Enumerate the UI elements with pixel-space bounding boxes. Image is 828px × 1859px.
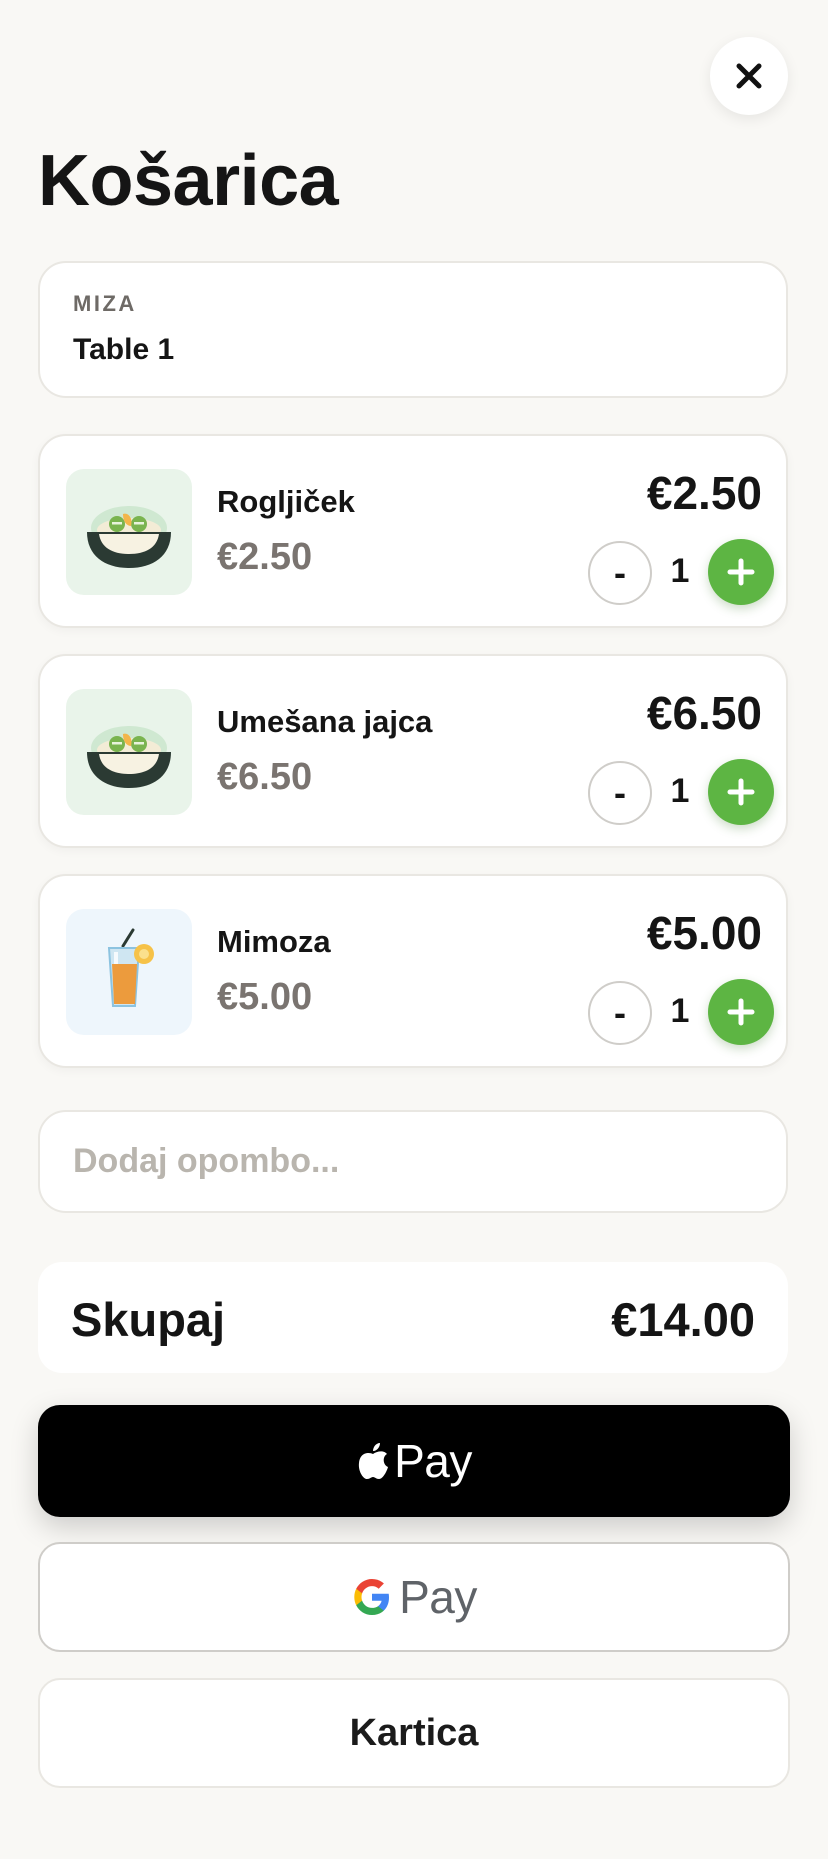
decrease-quantity-button[interactable]: - [588,761,652,825]
item-unit-price: €5.00 [217,976,313,1018]
item-unit-price: €6.50 [217,756,313,798]
item-name: Umešana jajca [217,704,433,739]
apple-pay-button[interactable]: Pay [38,1405,790,1517]
item-total-price: €6.50 [646,687,762,739]
item-total-price: €5.00 [646,907,762,959]
increase-quantity-button[interactable] [708,759,774,825]
total-summary: Skupaj €14.00 [38,1262,788,1373]
table-value: Table 1 [73,333,175,366]
salad-bowl-icon [87,726,171,788]
item-thumbnail [66,469,192,595]
page-title: Košarica [38,141,339,221]
decrease-quantity-button[interactable]: - [588,981,652,1045]
cart-item: Rogljiček €2.50 €2.50 - 1 [38,434,788,628]
cart-item: Umešana jajca €6.50 €6.50 - 1 [38,654,788,848]
google-pay-button[interactable]: Pay [38,1542,790,1652]
decrease-quantity-button[interactable]: - [588,541,652,605]
google-logo-icon [354,1579,390,1615]
item-thumbnail [66,909,192,1035]
item-name: Mimoza [217,924,331,959]
item-quantity: 1 [670,992,690,1030]
cart-item: Mimoza €5.00 €5.00 - 1 [38,874,788,1068]
salad-bowl-icon [87,506,171,568]
close-button[interactable] [710,37,788,115]
apple-pay-label: Pay [394,1435,472,1487]
note-input[interactable] [38,1110,788,1213]
item-total-price: €2.50 [646,467,762,519]
total-value: €14.00 [611,1293,755,1346]
item-quantity: 1 [670,772,690,810]
apple-logo-icon [358,1443,389,1479]
total-label: Skupaj [71,1293,226,1346]
table-label: MIZA [73,291,137,316]
item-name: Rogljiček [217,484,355,519]
increase-quantity-button[interactable] [708,979,774,1045]
increase-quantity-button[interactable] [708,539,774,605]
close-icon [736,63,762,89]
plus-icon [727,778,755,806]
item-thumbnail [66,689,192,815]
plus-icon [727,558,755,586]
google-pay-label: Pay [399,1571,477,1623]
table-card: MIZA Table 1 [38,261,788,398]
item-quantity: 1 [670,552,690,590]
cocktail-glass-icon [107,928,154,1007]
card-payment-button[interactable]: Kartica [38,1678,790,1788]
plus-icon [727,998,755,1026]
item-unit-price: €2.50 [217,536,313,578]
